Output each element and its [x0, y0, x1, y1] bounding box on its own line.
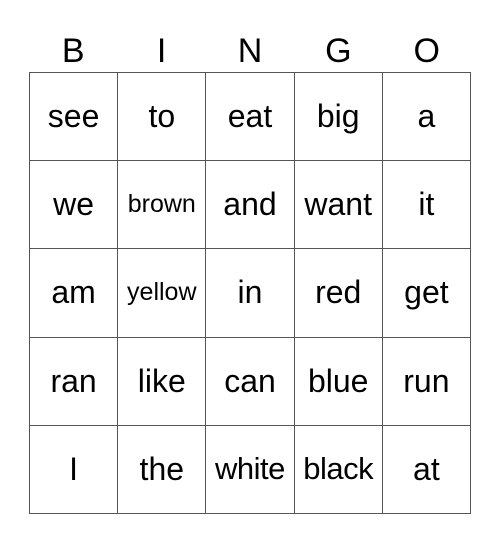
- bingo-cell[interactable]: can: [206, 337, 295, 426]
- bingo-cell[interactable]: like: [118, 337, 207, 426]
- header-letter-n: N: [237, 32, 263, 70]
- bingo-cell[interactable]: am: [30, 249, 119, 338]
- bingo-cell[interactable]: we: [30, 161, 119, 250]
- bingo-grid: see to eat big a we brown and want it am…: [29, 72, 471, 514]
- bingo-cell[interactable]: at: [382, 425, 471, 514]
- bingo-cell[interactable]: big: [294, 73, 383, 162]
- bingo-header: B I N G O: [29, 30, 471, 72]
- bingo-cell[interactable]: blue: [294, 337, 383, 426]
- bingo-cell[interactable]: want: [294, 161, 383, 250]
- bingo-cell[interactable]: get: [382, 249, 471, 338]
- bingo-cell[interactable]: run: [382, 337, 471, 426]
- bingo-cell[interactable]: the: [118, 425, 207, 514]
- bingo-cell[interactable]: to: [118, 73, 207, 162]
- header-letter-o: O: [413, 32, 440, 70]
- bingo-cell[interactable]: white: [206, 425, 295, 514]
- bingo-cell[interactable]: in: [206, 249, 295, 338]
- bingo-cell[interactable]: yellow: [118, 249, 207, 338]
- bingo-cell[interactable]: see: [30, 73, 119, 162]
- header-letter-g: G: [325, 32, 352, 70]
- bingo-cell[interactable]: I: [30, 425, 119, 514]
- bingo-cell[interactable]: brown: [118, 161, 207, 250]
- bingo-cell[interactable]: it: [382, 161, 471, 250]
- header-letter-b: B: [61, 32, 85, 70]
- bingo-cell[interactable]: a: [382, 73, 471, 162]
- bingo-cell[interactable]: red: [294, 249, 383, 338]
- header-letter-i: I: [156, 32, 167, 70]
- bingo-cell[interactable]: and: [206, 161, 295, 250]
- bingo-cell[interactable]: black: [294, 425, 383, 514]
- bingo-cell[interactable]: ran: [30, 337, 119, 426]
- bingo-cell[interactable]: eat: [206, 73, 295, 162]
